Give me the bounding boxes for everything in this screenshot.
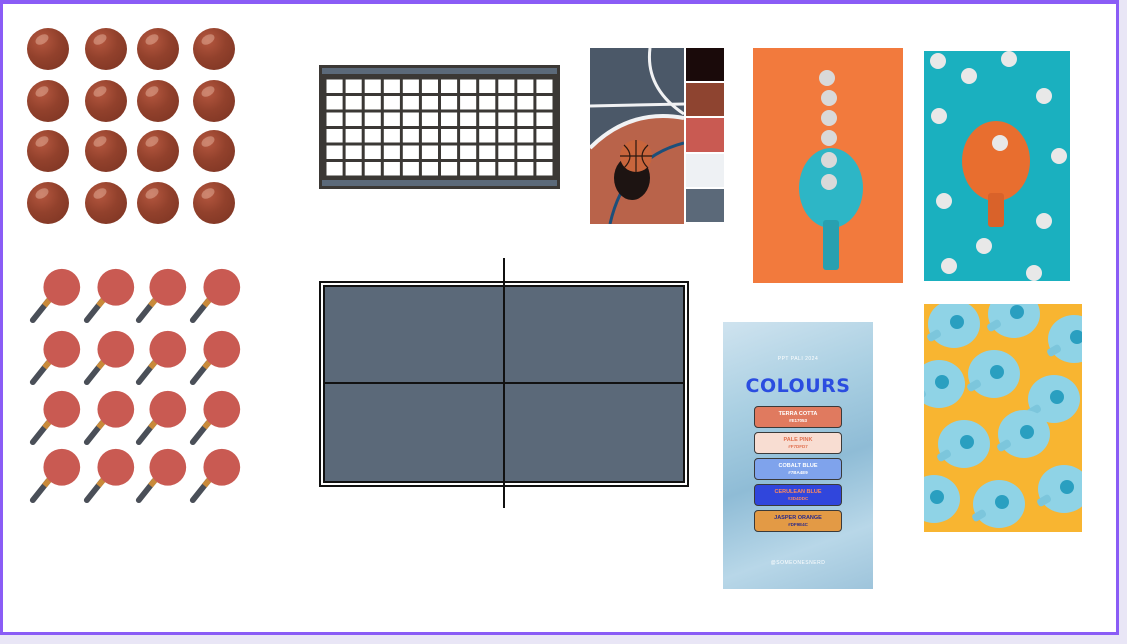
ball-icon[interactable] bbox=[193, 130, 235, 172]
ball-icon[interactable] bbox=[137, 80, 179, 122]
paddle-icon[interactable] bbox=[133, 446, 191, 504]
colour-chip-hex: #7BA4E9 bbox=[788, 470, 808, 475]
ping-pong-table-illustration[interactable] bbox=[317, 258, 691, 510]
paddle-icon[interactable] bbox=[27, 328, 85, 386]
ball-icon[interactable] bbox=[193, 28, 235, 70]
palette-swatch bbox=[686, 188, 724, 222]
colour-chip[interactable]: TERRA COTTA #E17053 bbox=[754, 406, 842, 428]
ball-icon-grid bbox=[27, 28, 242, 228]
ball-icon[interactable] bbox=[85, 28, 127, 70]
palette-swatch bbox=[686, 153, 724, 187]
paddle-icon[interactable] bbox=[133, 388, 191, 446]
paddle-icon[interactable] bbox=[27, 446, 85, 504]
paddle-icon[interactable] bbox=[187, 328, 245, 386]
ball-icon[interactable] bbox=[27, 28, 69, 70]
colour-chip[interactable]: CERULEAN BLUE #3D4DDC bbox=[754, 484, 842, 506]
colour-chip-name: COBALT BLUE bbox=[778, 463, 818, 469]
card-subtitle: PPT PALI 2024 bbox=[777, 356, 819, 362]
ball-icon[interactable] bbox=[193, 80, 235, 122]
card-footer: @SOMEONESNERD bbox=[770, 560, 826, 566]
color-palette-swatches bbox=[686, 48, 724, 224]
palette-swatch bbox=[686, 118, 724, 152]
ball-icon[interactable] bbox=[137, 130, 179, 172]
colour-chip[interactable]: COBALT BLUE #7BA4E9 bbox=[754, 458, 842, 480]
paddle-icon[interactable] bbox=[187, 388, 245, 446]
colour-chip-name: JASPER ORANGE bbox=[774, 515, 822, 521]
colour-chip-name: PALE PINK bbox=[783, 437, 813, 443]
colour-chip-hex: #3D4DDC bbox=[787, 496, 809, 501]
net-illustration[interactable] bbox=[319, 65, 560, 189]
paddle-icon[interactable] bbox=[133, 266, 191, 324]
colour-chip[interactable]: PALE PINK #F7DFD7 bbox=[754, 432, 842, 454]
basketball-court-photo[interactable] bbox=[590, 48, 684, 224]
teal-paddle-photo[interactable] bbox=[753, 48, 903, 283]
ball-icon[interactable] bbox=[85, 182, 127, 224]
paddle-icon[interactable] bbox=[81, 446, 139, 504]
colour-chip[interactable]: JASPER ORANGE #DF9E4C bbox=[754, 510, 842, 532]
colour-chip-hex: #DF9E4C bbox=[788, 522, 808, 527]
paddle-icon[interactable] bbox=[187, 266, 245, 324]
ball-icon[interactable] bbox=[27, 80, 69, 122]
palette-swatch bbox=[686, 48, 724, 82]
paddle-icon[interactable] bbox=[81, 328, 139, 386]
blue-paddles-pattern-photo[interactable] bbox=[924, 304, 1082, 532]
colour-chip-name: CERULEAN BLUE bbox=[774, 489, 822, 495]
palette-swatch bbox=[686, 83, 724, 117]
paddle-icon[interactable] bbox=[133, 328, 191, 386]
orange-paddle-photo[interactable] bbox=[924, 51, 1070, 281]
ball-icon[interactable] bbox=[85, 80, 127, 122]
paddle-icon[interactable] bbox=[81, 388, 139, 446]
paddle-icon-grid bbox=[27, 266, 247, 511]
moodboard-canvas: PPT PALI 2024 COLOURS TERRA COTTA #E17053… bbox=[0, 0, 1119, 635]
colours-palette-card[interactable]: PPT PALI 2024 COLOURS TERRA COTTA #E17053… bbox=[723, 322, 873, 589]
paddle-icon[interactable] bbox=[81, 266, 139, 324]
colour-chip-name: TERRA COTTA bbox=[778, 411, 818, 417]
colour-chip-hex: #E17053 bbox=[788, 418, 808, 423]
ball-icon[interactable] bbox=[85, 130, 127, 172]
paddle-icon[interactable] bbox=[187, 446, 245, 504]
ball-icon[interactable] bbox=[27, 130, 69, 172]
ball-icon[interactable] bbox=[137, 182, 179, 224]
paddle-icon[interactable] bbox=[27, 388, 85, 446]
ball-icon[interactable] bbox=[137, 28, 179, 70]
ball-icon[interactable] bbox=[193, 182, 235, 224]
card-title: COLOURS bbox=[745, 375, 851, 397]
ball-icon[interactable] bbox=[27, 182, 69, 224]
paddle-icon[interactable] bbox=[27, 266, 85, 324]
colour-chip-hex: #F7DFD7 bbox=[788, 444, 808, 449]
